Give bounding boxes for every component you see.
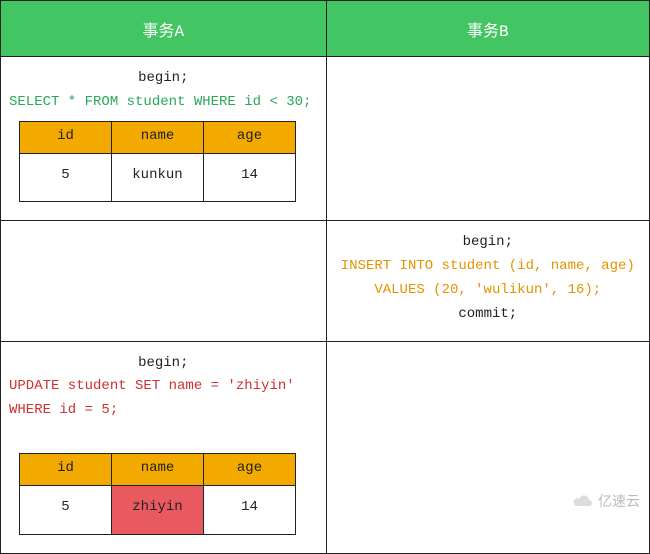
table-row: 5zhiyin14 (20, 485, 296, 534)
result-cell: 5 (20, 153, 112, 202)
cell-transaction-b: begin;INSERT INTO student (id, name, age… (326, 221, 649, 341)
header-row: 事务A 事务B (1, 1, 650, 57)
sql-line: begin; (333, 231, 643, 255)
result-header: id (20, 121, 112, 153)
sql-line: VALUES (20, 'wulikun', 16); (333, 279, 643, 303)
result-header: name (112, 453, 204, 485)
cell-transaction-a (1, 221, 327, 341)
table-row: 5kunkun14 (20, 153, 296, 202)
sql-line: SELECT * FROM student WHERE id < 30; (7, 91, 320, 115)
timeline-row: begin;INSERT INTO student (id, name, age… (1, 221, 650, 341)
timeline-row: begin;UPDATE student SET name = 'zhiyin'… (1, 341, 650, 553)
watermark-text: 亿速云 (598, 491, 640, 511)
sql-line (7, 423, 320, 447)
header-transaction-b: 事务B (326, 1, 649, 57)
result-table: idnameage5zhiyin14 (19, 453, 296, 535)
cell-transaction-b (326, 341, 649, 553)
result-header: age (204, 453, 296, 485)
result-header: name (112, 121, 204, 153)
result-header: age (204, 121, 296, 153)
result-table: idnameage5kunkun14 (19, 121, 296, 203)
result-cell: 14 (204, 153, 296, 202)
sql-line: begin; (7, 67, 320, 91)
cell-transaction-a: begin;UPDATE student SET name = 'zhiyin'… (1, 341, 327, 553)
result-cell: 5 (20, 485, 112, 534)
sql-line: UPDATE student SET name = 'zhiyin' WHERE… (7, 375, 320, 423)
cell-transaction-a: begin;SELECT * FROM student WHERE id < 3… (1, 57, 327, 221)
header-transaction-a: 事务A (1, 1, 327, 57)
timeline-row: begin;SELECT * FROM student WHERE id < 3… (1, 57, 650, 221)
cell-transaction-b (326, 57, 649, 221)
sql-line: INSERT INTO student (id, name, age) (333, 255, 643, 279)
sql-line: commit; (333, 303, 643, 327)
transaction-timeline-table: 事务A 事务B begin;SELECT * FROM student WHER… (0, 0, 650, 554)
result-cell: zhiyin (112, 485, 204, 534)
cloud-icon (572, 493, 594, 509)
watermark: 亿速云 (572, 491, 640, 511)
result-cell: 14 (204, 485, 296, 534)
result-cell: kunkun (112, 153, 204, 202)
sql-line: begin; (7, 352, 320, 376)
result-header: id (20, 453, 112, 485)
